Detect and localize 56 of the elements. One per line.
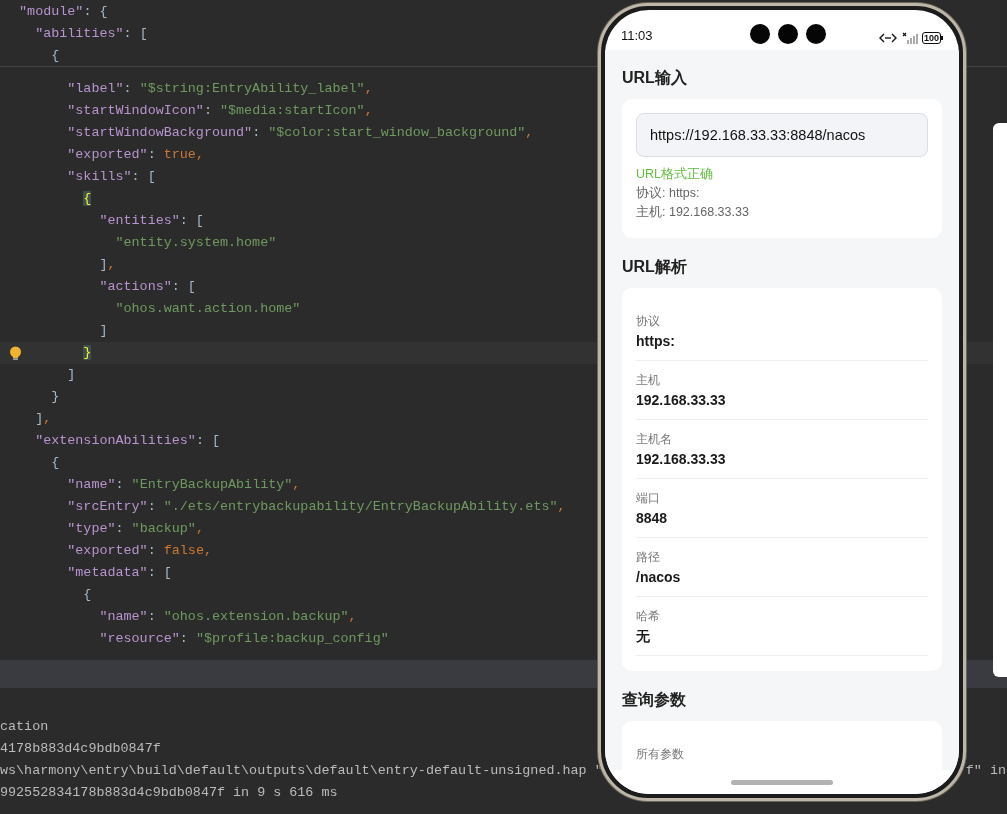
code-line: "exported": false, [66, 543, 212, 558]
code-line: ] [66, 367, 76, 382]
code-line: "startWindowIcon": "$media:startIcon", [66, 103, 373, 118]
detail-text: 主机: 192.168.33.33 [636, 204, 750, 221]
code-line: "module": { [18, 4, 108, 19]
code-line: "name": "EntryBackupAbility", [66, 477, 301, 492]
lightbulb-icon[interactable] [9, 346, 22, 361]
console-line: cation [0, 717, 49, 736]
code-line: "startWindowBackground": "$color:start_window_background", [66, 125, 534, 140]
code-line: "metadata": [ [66, 565, 172, 580]
field-value: 8848 [636, 509, 669, 528]
field-label: 协议 [636, 313, 661, 330]
battery-level: 100 [921, 32, 941, 44]
field-label: 端口 [636, 490, 661, 507]
code-line: ] [98, 323, 108, 338]
code-line: "type": "backup", [66, 521, 204, 536]
code-line: "ohos.want.action.home" [114, 301, 301, 316]
field-value: /nacos [636, 568, 682, 587]
field-label: 主机名 [636, 431, 673, 448]
code-brackets-icon [877, 32, 898, 44]
section-heading: URL解析 [622, 257, 688, 277]
code-line: "name": "ohos.extension.backup", [98, 609, 357, 624]
field-value: 无 [636, 627, 651, 646]
field-label: 主机 [636, 372, 661, 389]
field-label: 所有参数 [636, 746, 685, 763]
code-line: "resource": "$profile:backup_config" [98, 631, 389, 646]
code-line: ], [98, 257, 116, 272]
code-line: "exported": true, [66, 147, 204, 162]
url-field[interactable]: https://192.168.33.33:8848/nacos [636, 113, 928, 157]
field-value: 192.168.33.33 [636, 450, 727, 469]
detail-text: 协议: https: [636, 185, 701, 202]
console-line: 992552834178b883d4c9bdb0847f in 9 s 616 ms [0, 783, 338, 802]
console-line: f" in [965, 761, 1007, 780]
field-value: 192.168.33.33 [636, 391, 727, 410]
field-label: 哈希 [636, 608, 661, 625]
console-line: 4178b883d4c9bdb0847f [0, 739, 161, 758]
code-line: { [50, 455, 60, 470]
code-line: "abilities": [ [34, 26, 148, 41]
code-line: "extensionAbilities": [ [34, 433, 220, 448]
status-time: 11:03 [621, 28, 653, 44]
section-heading: 查询参数 [622, 690, 687, 710]
code-line: "actions": [ [98, 279, 196, 294]
code-line: } [50, 389, 60, 404]
code-line: { [82, 587, 92, 602]
field-label: 路径 [636, 549, 661, 566]
code-line: "label": "$string:EntryAbility_label", [66, 81, 373, 96]
validation-message: URL格式正确 [636, 166, 714, 183]
section-heading: URL输入 [622, 68, 688, 88]
code-line: "entities": [ [98, 213, 204, 228]
field-value: https: [636, 332, 676, 351]
code-line: { [50, 48, 60, 63]
code-line: ], [34, 411, 52, 426]
signal-icon [901, 32, 918, 44]
code-line: "srcEntry": "./ets/entrybackupability/EntryBackupAbility.ets", [66, 499, 566, 514]
code-line: "entity.system.home" [114, 235, 277, 250]
code-line: "skills": [ [66, 169, 156, 184]
